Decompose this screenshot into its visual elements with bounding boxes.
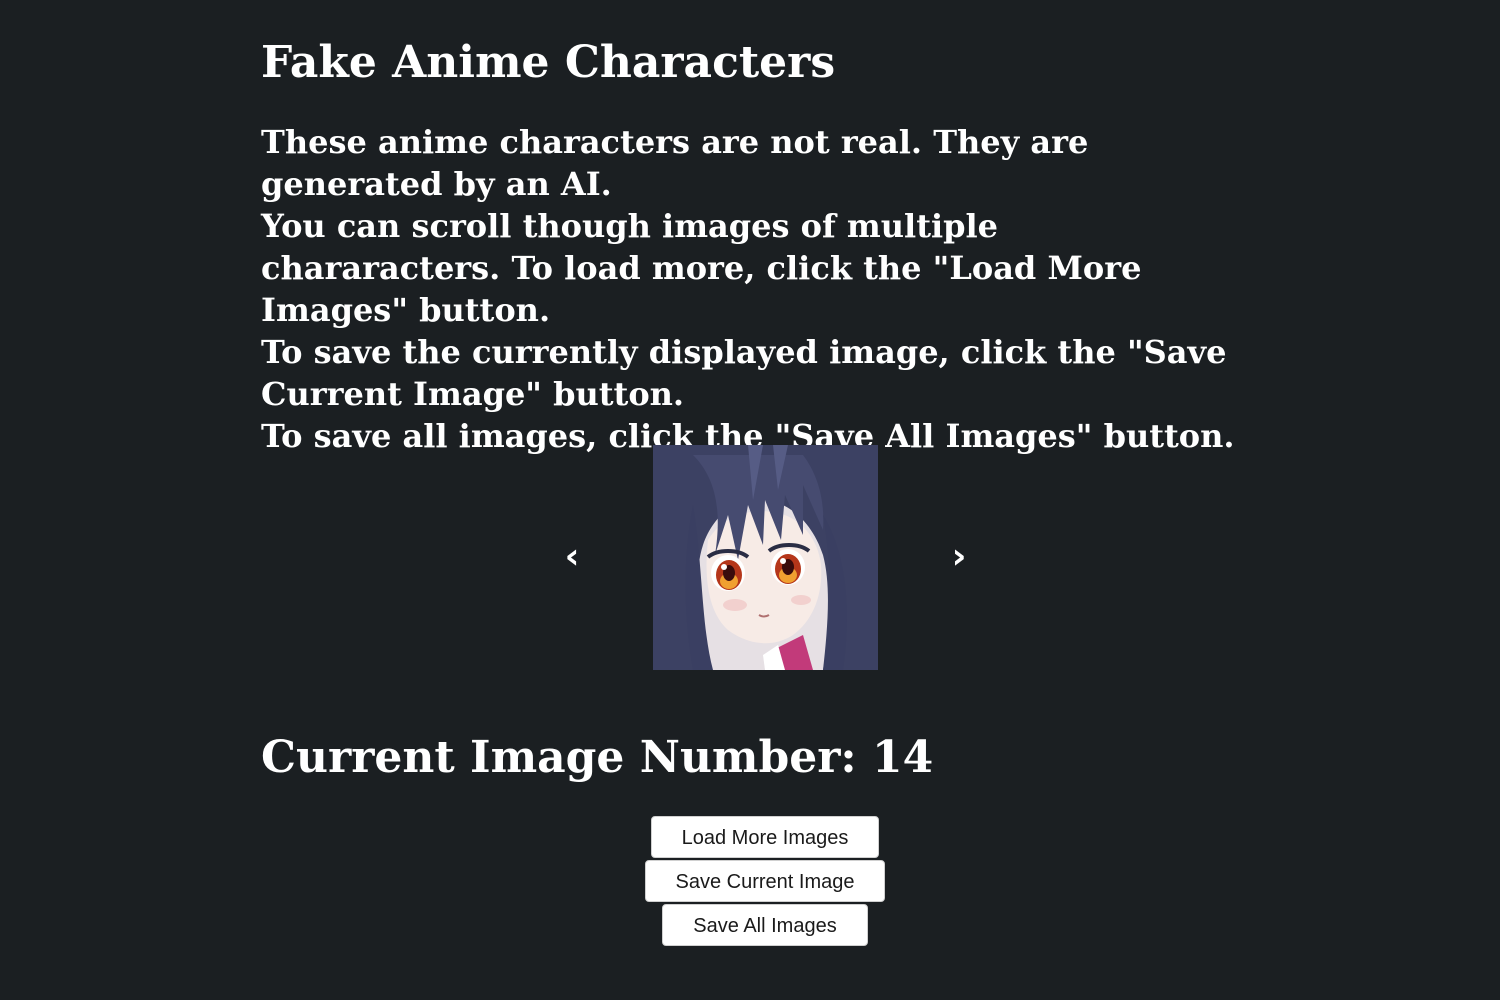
intro-line-3: To save the currently displayed image, c… (261, 333, 1227, 413)
intro-text: These anime characters are not real. The… (261, 121, 1246, 457)
action-buttons: Load More Images Save Current Image Save… (0, 816, 1500, 946)
character-portrait-drawing (653, 445, 878, 670)
next-image-arrow[interactable]: › (939, 537, 979, 577)
image-carousel: ‹ › (545, 445, 985, 670)
previous-image-arrow[interactable]: ‹ (552, 537, 592, 577)
page-title: Fake Anime Characters (261, 37, 836, 88)
intro-line-2: You can scroll though images of multiple… (261, 207, 1142, 329)
load-more-images-button[interactable]: Load More Images (650, 816, 880, 858)
save-all-images-button[interactable]: Save All Images (662, 904, 868, 946)
intro-line-1: These anime characters are not real. The… (261, 123, 1089, 203)
save-current-image-button[interactable]: Save Current Image (644, 860, 886, 902)
character-image (653, 445, 878, 670)
current-image-number: Current Image Number: 14 (261, 732, 934, 783)
